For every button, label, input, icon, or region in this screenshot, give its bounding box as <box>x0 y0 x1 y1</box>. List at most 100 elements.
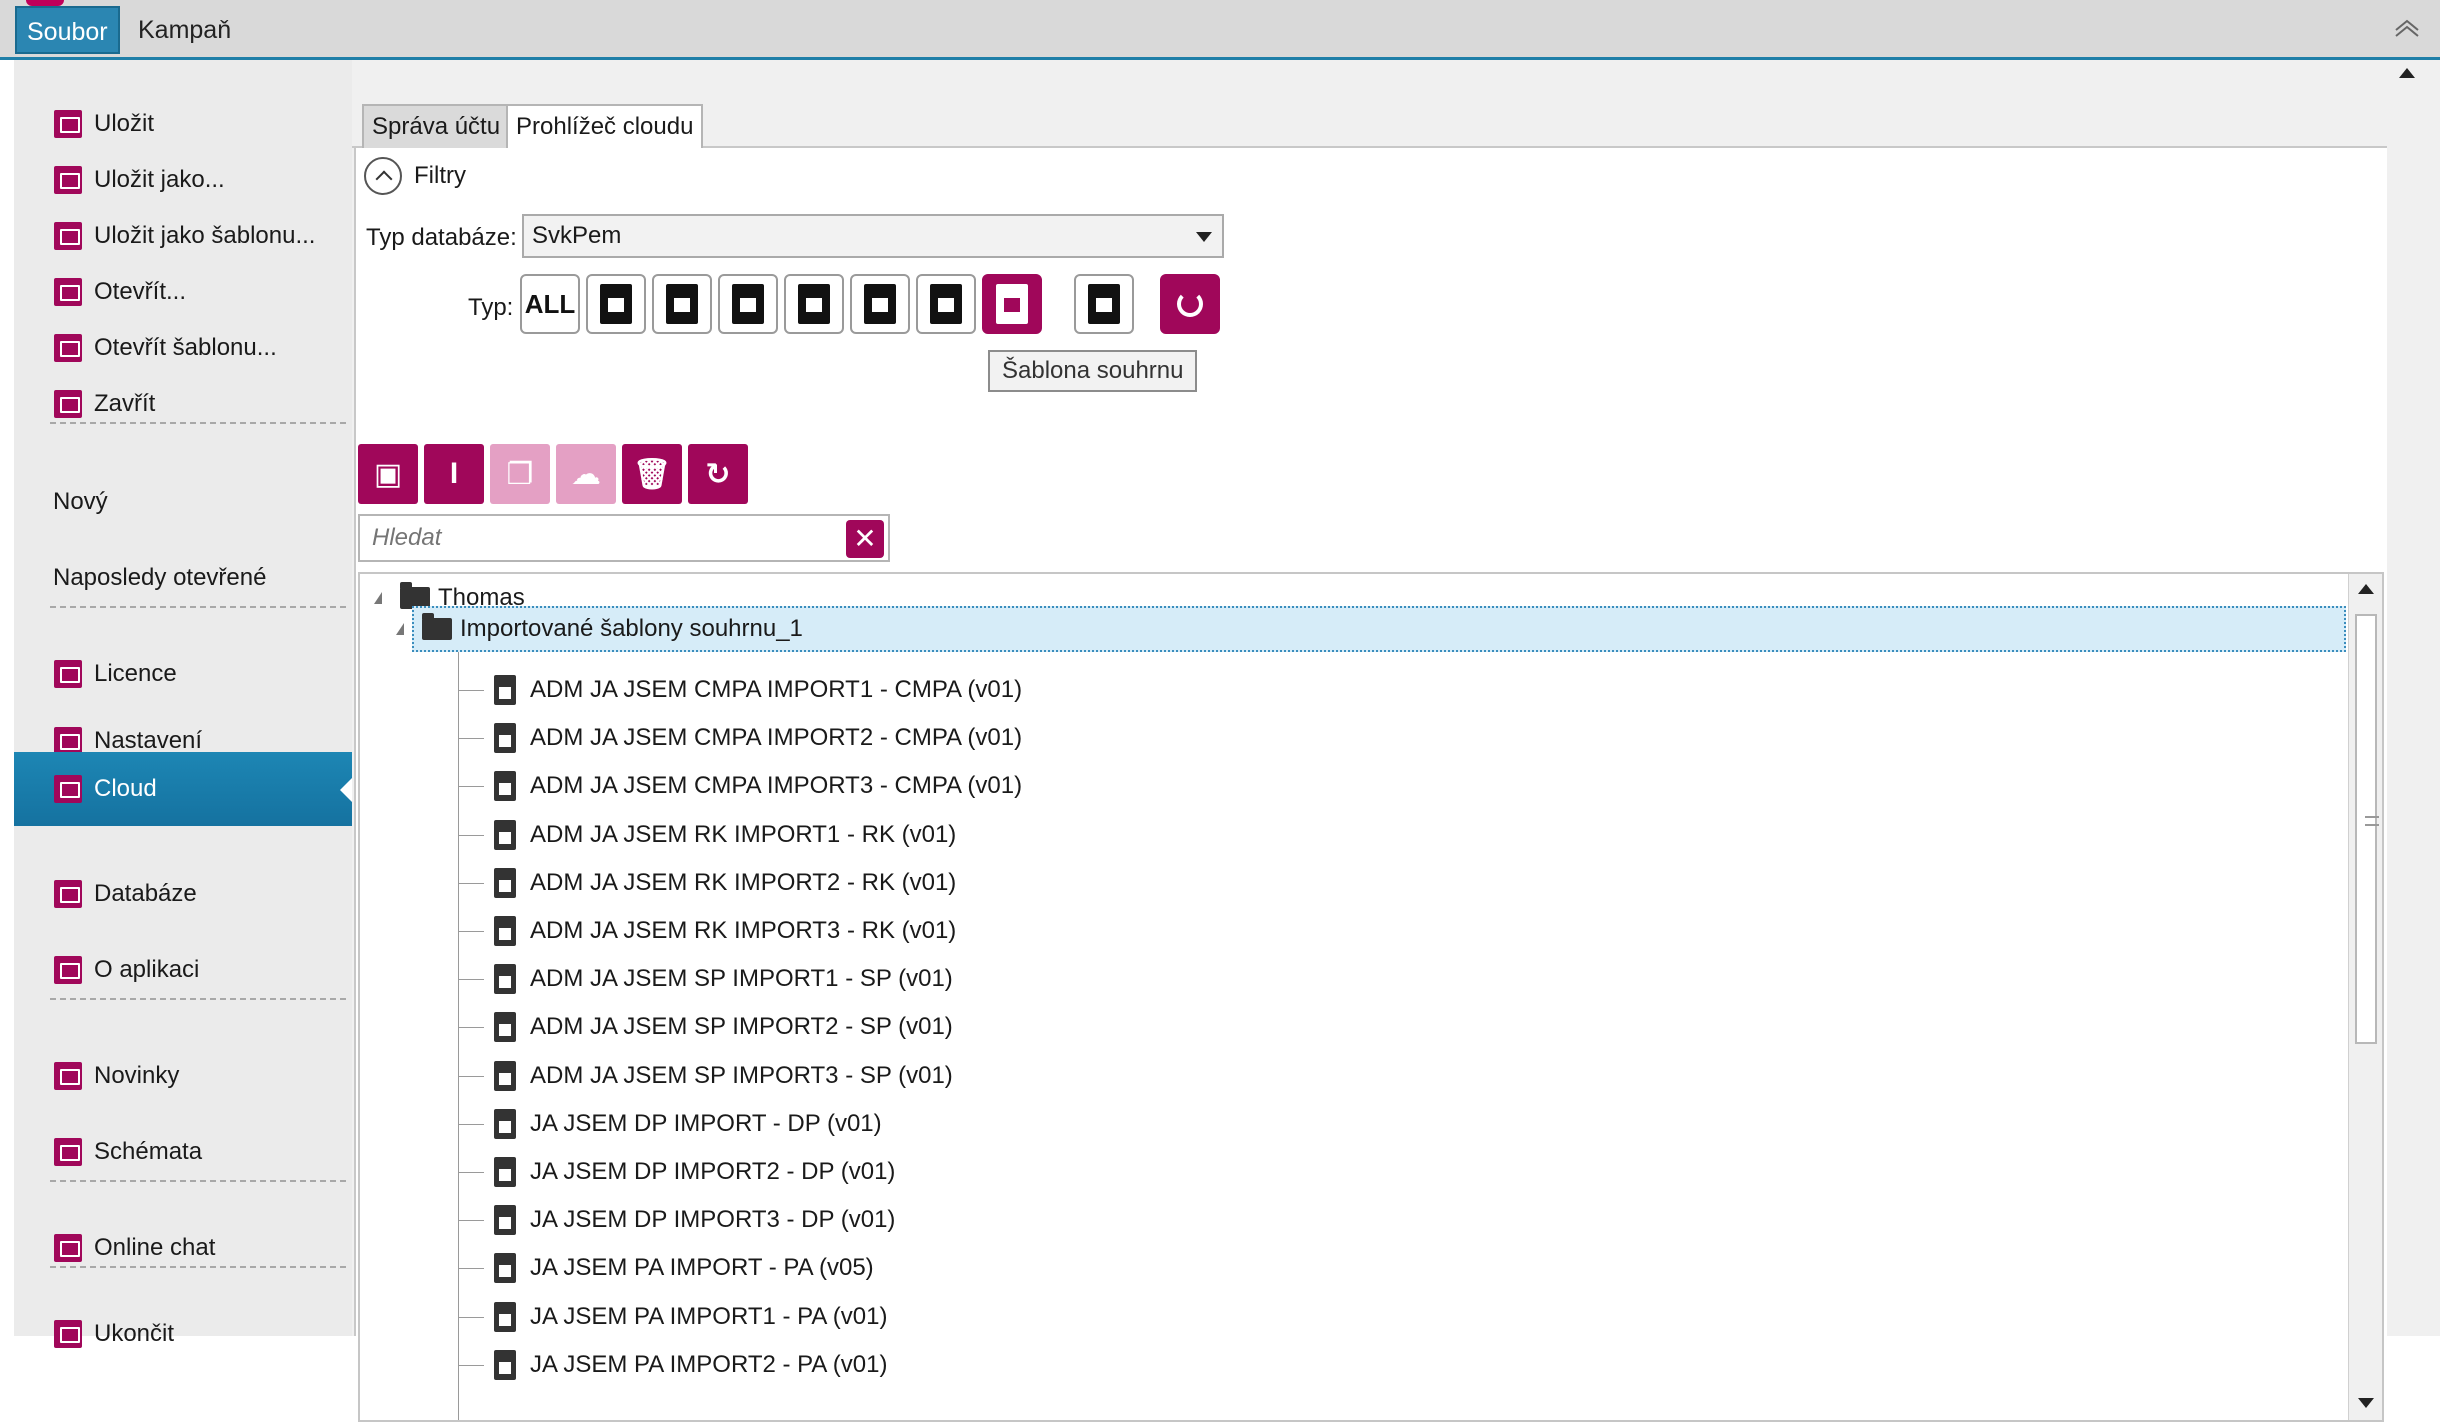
db-type-value: SvkPem <box>532 222 622 249</box>
tree-file-node[interactable]: JA JSEM PA IMPORT - PA (v05) <box>494 1248 874 1288</box>
tree-file-node[interactable]: JA JSEM DP IMPORT2 - DP (v01) <box>494 1152 895 1192</box>
new-folder-button[interactable]: ▣ <box>358 444 418 504</box>
tab-strip: Správa účtu Prohlížeč cloudu <box>352 82 2387 150</box>
tree-node-label: JA JSEM PA IMPORT1 - PA (v01) <box>530 1302 888 1330</box>
info-icon <box>54 956 82 984</box>
tree-connector <box>458 636 459 1420</box>
type-users-button[interactable] <box>586 274 646 334</box>
sidebar-item-label: Uložit <box>94 110 155 137</box>
collapse-ribbon-icon[interactable] <box>2392 16 2422 40</box>
tree-node-label: ADM JA JSEM CMPA IMPORT1 - CMPA (v01) <box>530 676 1023 703</box>
sidebar-item-open[interactable]: Otevřít... <box>14 264 352 320</box>
tab-file[interactable]: Soubor <box>15 6 120 54</box>
tab-account[interactable]: Správa účtu <box>362 104 511 148</box>
document-icon <box>494 1012 516 1043</box>
reset-filter-button[interactable] <box>1160 274 1220 334</box>
type-edit-button[interactable] <box>916 274 976 334</box>
scroll-thumb[interactable] <box>2355 614 2379 1044</box>
copy-button[interactable]: ❐ <box>490 444 550 504</box>
sidebar-item-label: Licence <box>94 660 177 687</box>
expand-icon[interactable] <box>374 592 382 604</box>
document-icon <box>494 723 516 754</box>
cloud-content: Správa účtu Prohlížeč cloudu Filtry Typ … <box>352 60 2440 1422</box>
sidebar-item-news[interactable]: Novinky <box>14 1048 352 1104</box>
type-dollar-button[interactable] <box>718 274 778 334</box>
tree-file-node[interactable]: ADM JA JSEM CMPA IMPORT3 - CMPA (v01) <box>494 766 1022 806</box>
document-icon <box>494 867 516 898</box>
sidebar-item-new[interactable]: Nový <box>14 474 352 530</box>
tree-node-label: ADM JA JSEM RK IMPORT3 - RK (v01) <box>530 917 957 944</box>
document-icon <box>494 771 516 802</box>
tree-connector <box>458 786 484 788</box>
sidebar-item-open-template[interactable]: Otevřít šablonu... <box>14 320 352 376</box>
type-monitor-button[interactable] <box>652 274 712 334</box>
edit-doc-icon <box>930 284 962 324</box>
tree-file-node[interactable]: JA JSEM PA IMPORT1 - PA (v01) <box>494 1297 887 1337</box>
clear-search-button[interactable]: ✕ <box>846 520 884 558</box>
type-all-button[interactable]: ALL <box>520 274 580 334</box>
sidebar-item-recent[interactable]: Naposledy otevřené <box>14 550 352 606</box>
tree-connector <box>458 931 484 932</box>
refresh-button[interactable]: ↻ <box>688 444 748 504</box>
tree-connector <box>458 1364 484 1366</box>
tree-file-node[interactable]: JA JSEM DP IMPORT - DP (v01) <box>494 1104 882 1144</box>
search-box[interactable]: ✕ <box>358 514 890 562</box>
sidebar-item-database[interactable]: Databáze <box>14 866 352 922</box>
filters-toggle[interactable]: Filtry <box>364 156 466 196</box>
summary-template-icon <box>996 284 1028 324</box>
tree-file-node[interactable]: ADM JA JSEM CMPA IMPORT2 - CMPA (v01) <box>494 718 1022 758</box>
tree-file-node[interactable]: JA JSEM DP IMPORT3 - DP (v01) <box>494 1200 895 1240</box>
tree-folder-node[interactable]: Importované šablony souhrnu_1 <box>396 606 2346 652</box>
sidebar-item-save-as[interactable]: Uložit jako... <box>14 152 352 208</box>
tree-file-node[interactable]: ADM JA JSEM RK IMPORT3 - RK (v01) <box>494 911 956 951</box>
expand-icon[interactable] <box>396 623 404 635</box>
sidebar-item-license[interactable]: Licence <box>14 646 352 702</box>
tree-node-label: ADM JA JSEM SP IMPORT2 - SP (v01) <box>530 1013 953 1041</box>
scroll-up-icon[interactable] <box>2358 584 2374 594</box>
tree-file-node[interactable]: ADM JA JSEM RK IMPORT2 - RK (v01) <box>494 863 956 903</box>
delete-button[interactable]: 🗑 <box>622 444 682 504</box>
db-type-select[interactable]: SvkPem <box>522 214 1224 258</box>
collapse-chevron-icon[interactable] <box>364 157 402 195</box>
exit-icon <box>54 1320 82 1348</box>
scroll-up-icon[interactable] <box>2399 68 2415 78</box>
tree-file-node[interactable]: JA JSEM PA IMPORT2 - PA (v01) <box>494 1345 887 1385</box>
tree-scrollbar[interactable] <box>2348 574 2382 1420</box>
type-screen-button[interactable] <box>850 274 910 334</box>
document-icon <box>494 916 516 946</box>
search-input[interactable] <box>360 516 820 560</box>
page-scrollbar[interactable] <box>2387 60 2427 1336</box>
rename-button[interactable]: I <box>424 444 484 504</box>
type-trash-view-button[interactable] <box>1074 274 1134 334</box>
sidebar-item-exit[interactable]: Ukončit <box>14 1306 352 1362</box>
tree-file-node[interactable]: ADM JA JSEM SP IMPORT1 - SP (v01) <box>494 959 953 999</box>
open-folder-icon <box>54 278 82 306</box>
tab-cloud-browser[interactable]: Prohlížeč cloudu <box>506 104 704 150</box>
tree-file-node[interactable]: ADM JA JSEM CMPA IMPORT1 - CMPA (v01) <box>494 670 1022 710</box>
folder-icon <box>422 613 452 640</box>
sidebar-item-save[interactable]: Uložit <box>14 96 352 152</box>
sidebar-item-label: Otevřít... <box>94 278 187 305</box>
cloud-browser-panel: Filtry Typ databáze: SvkPem Typ: ALL Šab… <box>354 148 2387 1422</box>
cloud-save-button[interactable]: ☁ <box>556 444 616 504</box>
document-icon <box>494 819 516 850</box>
cloud-save-icon: ☁ <box>571 457 601 491</box>
document-icon <box>494 1108 516 1139</box>
sidebar-item-about[interactable]: O aplikaci <box>14 942 352 998</box>
tree-file-node[interactable]: ADM JA JSEM SP IMPORT2 - SP (v01) <box>494 1007 953 1047</box>
type-video-button[interactable] <box>784 274 844 334</box>
sidebar-item-schemas[interactable]: Schémata <box>14 1124 352 1180</box>
tab-campaign[interactable]: Kampaň <box>128 6 241 54</box>
save-as-icon <box>54 166 82 194</box>
cloud-icon <box>54 775 82 803</box>
cloud-tree: Thomas Importované šablony souhrnu_1 ADM… <box>358 572 2384 1422</box>
tree-file-node[interactable]: ADM JA JSEM RK IMPORT1 - RK (v01) <box>494 815 956 855</box>
sidebar-item-save-template[interactable]: Uložit jako šablonu... <box>14 208 352 264</box>
tree-file-node[interactable]: ADM JA JSEM SP IMPORT3 - SP (v01) <box>494 1056 953 1096</box>
sidebar-item-cloud[interactable]: Cloud <box>14 752 354 826</box>
type-summary-template-button[interactable] <box>982 274 1042 334</box>
scroll-down-icon[interactable] <box>2358 1398 2374 1408</box>
refresh-icon: ↻ <box>705 457 731 491</box>
tree-node-label: JA JSEM DP IMPORT - DP (v01) <box>530 1109 882 1137</box>
users-doc-icon <box>600 284 632 324</box>
